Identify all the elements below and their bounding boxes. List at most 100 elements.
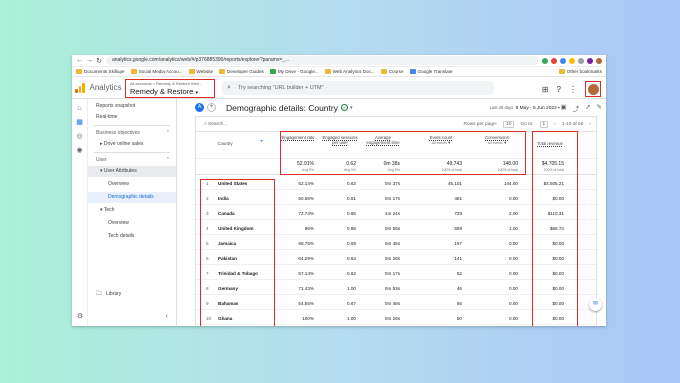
forward-icon[interactable]: → <box>86 57 93 64</box>
share-icon[interactable]: ⤴ <box>573 103 580 113</box>
extensions <box>542 57 602 64</box>
add-comparison-button[interactable]: + <box>207 103 216 112</box>
column-header-event-count[interactable]: Event count All events ▾ <box>418 135 464 146</box>
total-value: 0m 38s Avg 0% <box>383 161 400 172</box>
reload-icon[interactable]: ↻ <box>96 57 102 65</box>
comparison-badge[interactable]: A <box>195 103 204 112</box>
other-bookmarks[interactable]: Other bookmarks <box>558 69 602 74</box>
more-vert-icon[interactable]: ⋮ <box>569 85 577 94</box>
app-title: Analytics <box>89 83 122 92</box>
goto-input[interactable]: 1 <box>539 120 549 128</box>
reports-icon[interactable]: ▦ <box>72 118 87 126</box>
row-index: 9 <box>206 301 209 306</box>
country-cell[interactable]: India <box>218 196 229 201</box>
sidebar-item-overview[interactable]: Overview <box>88 179 176 190</box>
sidebar-item-library[interactable]: 🗀 Library <box>88 289 121 299</box>
extension-icon[interactable] <box>587 57 593 64</box>
sidebar-item-tech-overview[interactable]: Overview <box>88 218 176 229</box>
account-avatar-button[interactable] <box>585 81 601 97</box>
country-cell[interactable]: United States <box>218 181 247 186</box>
bookmark[interactable]: Developer Guides <box>219 69 264 74</box>
country-cell[interactable]: United Kingdom <box>218 226 253 231</box>
date-range-picker[interactable]: Last 28 days 9 May - 5 Jun 2023 ▾ <box>490 105 560 111</box>
table-row[interactable]: 5 Jamaica 68.75% 0.69 0m 45s 197 0.00 $0.00 <box>196 237 596 251</box>
sidebar-item-tech-details[interactable]: Tech details <box>88 231 176 242</box>
bookmark[interactable]: Documents Skillupe <box>76 69 125 74</box>
column-header-avg-engagement-time[interactable]: Average engagement time <box>364 135 402 145</box>
home-icon[interactable]: ⌂ <box>72 105 87 112</box>
bookmark[interactable]: My Drive - Google... <box>269 69 319 74</box>
bookmark[interactable]: Course <box>380 69 404 74</box>
customize-report-icon[interactable]: ▣ <box>560 103 566 113</box>
column-header-total-revenue[interactable]: Total revenue <box>532 141 568 146</box>
table-search[interactable]: ⌕ Search... <box>204 121 227 127</box>
row-index: 1 <box>206 181 209 186</box>
apps-grid-icon[interactable]: ⊞ <box>542 85 549 94</box>
table-row[interactable]: 7 Trinidad & Tobago 57.14% 0.62 0m 17s 62 0.00… <box>196 267 596 281</box>
metric-cell: 0m 55s <box>384 226 400 231</box>
settings-gear-icon[interactable]: ⚙ <box>72 312 88 320</box>
add-dimension-icon[interactable]: + <box>260 139 264 145</box>
advertising-icon[interactable]: ◉ <box>72 146 87 154</box>
table-row[interactable]: 2 India 50.56% 0.51 0m 17s 461 0.00 $0.00 <box>196 192 596 206</box>
column-header-engagement-rate[interactable]: Engagement rate <box>280 135 316 140</box>
column-header-engaged-sessions[interactable]: Engaged sessions per user <box>322 135 358 145</box>
bookmark[interactable]: Google Translate <box>409 69 453 74</box>
table-row[interactable]: 10 Ghana 100% 1.00 0m 26s 50 0.00 $0.00 <box>196 312 596 326</box>
feedback-chat-icon[interactable]: ✉ <box>589 298 602 311</box>
sidebar-item-reports-snapshot[interactable]: Reports snapshot <box>88 101 176 112</box>
section-business-objectives[interactable]: Business objectives ⌃ <box>88 128 176 139</box>
account-picker[interactable]: All accounts > Remedy & Restore Well... … <box>125 79 215 98</box>
prev-page-icon[interactable]: ‹ <box>554 122 556 127</box>
country-cell[interactable]: Pakistan <box>218 256 237 261</box>
left-nav-rail: ⌂ ▦ ◎ ◉ ⚙ <box>72 99 88 326</box>
check-circle-icon[interactable]: ✓ <box>340 104 348 111</box>
table-row[interactable]: 8 Germany 71.43% 1.00 0m 53s 46 0.00 $0.00 <box>196 282 596 296</box>
column-header-conversions[interactable]: Conversions All events ▾ <box>474 135 520 146</box>
pagination-label: 1-10 of 50 <box>561 121 584 127</box>
explore-icon[interactable]: ◎ <box>72 132 87 140</box>
caret-down-icon[interactable]: ▾ <box>350 105 353 111</box>
sidebar-item-demographic-details[interactable]: Demographic details <box>88 192 176 203</box>
insights-icon[interactable]: ↗ <box>585 103 590 113</box>
table-row[interactable]: 3 Canada 72.73% 0.86 1m 24s 728 2.00 $110.31 <box>196 207 596 221</box>
extension-icon[interactable] <box>551 57 557 64</box>
extension-icon[interactable] <box>578 57 584 64</box>
table-row[interactable]: 6 Pakistan 64.29% 0.64 0m 26s 141 0.00 $0.00 <box>196 252 596 266</box>
sidebar-item-tech[interactable]: ▾ Tech <box>88 205 176 216</box>
extension-icon[interactable] <box>560 57 566 64</box>
table-row[interactable]: 1 United States 52.14% 0.62 0m 37s 46,101 144.… <box>196 177 596 191</box>
extension-icon[interactable] <box>569 57 575 64</box>
collapse-sidebar-icon[interactable]: ‹ <box>166 313 168 320</box>
table-row[interactable]: 4 United Kingdom 86% 0.86 0m 55s 559 1.00 $65.7… <box>196 222 596 236</box>
country-cell[interactable]: Germany <box>218 286 238 291</box>
profile-icon[interactable] <box>596 57 602 64</box>
country-cell[interactable]: Ghana <box>218 316 232 321</box>
section-user[interactable]: User ⌃ <box>88 155 176 166</box>
bookmark[interactable]: Social Media Accou... <box>130 69 183 74</box>
metric-cell: 728 <box>454 211 462 216</box>
extension-icon[interactable] <box>542 57 548 64</box>
edit-icon[interactable]: ✎ <box>597 103 602 113</box>
address-bar[interactable]: analytics.google.com/analytics/web/#/p37… <box>106 56 538 65</box>
next-page-icon[interactable]: › <box>589 122 591 127</box>
country-cell[interactable]: Bahamas <box>218 301 238 306</box>
country-cell[interactable]: Canada <box>218 211 235 216</box>
bookmark[interactable]: Web Analytics Doc... <box>324 69 375 74</box>
metric-cell: 0.51 <box>347 196 356 201</box>
bookmarks-bar: Documents Skillupe Social Media Accou...… <box>72 67 606 77</box>
sidebar-item-drive-online-sales[interactable]: ▸ Drive online sales <box>88 139 176 150</box>
sidebar-item-user-attributes[interactable]: ▾ User Attributes <box>88 166 176 177</box>
reports-sidebar: Reports snapshot Real-time Business obje… <box>88 99 177 326</box>
rows-per-page-select[interactable]: 10 <box>503 120 515 128</box>
table-row[interactable]: 9 Bahamas 54.55% 0.67 0m 48s 56 0.00 $0.00 <box>196 297 596 311</box>
column-header-country[interactable]: Country <box>212 141 238 146</box>
back-icon[interactable]: ← <box>76 57 83 64</box>
bookmark[interactable]: Website <box>188 69 213 74</box>
sidebar-item-realtime[interactable]: Real-time <box>88 112 176 123</box>
help-icon[interactable]: ? <box>557 85 561 94</box>
country-cell[interactable]: Trinidad & Tobago <box>218 271 258 276</box>
browser-toolbar: ← → ↻ analytics.google.com/analytics/web… <box>72 55 606 67</box>
search-input[interactable]: ⌕ Try searching "URL builder + UTM" <box>222 81 494 95</box>
country-cell[interactable]: Jamaica <box>218 241 236 246</box>
